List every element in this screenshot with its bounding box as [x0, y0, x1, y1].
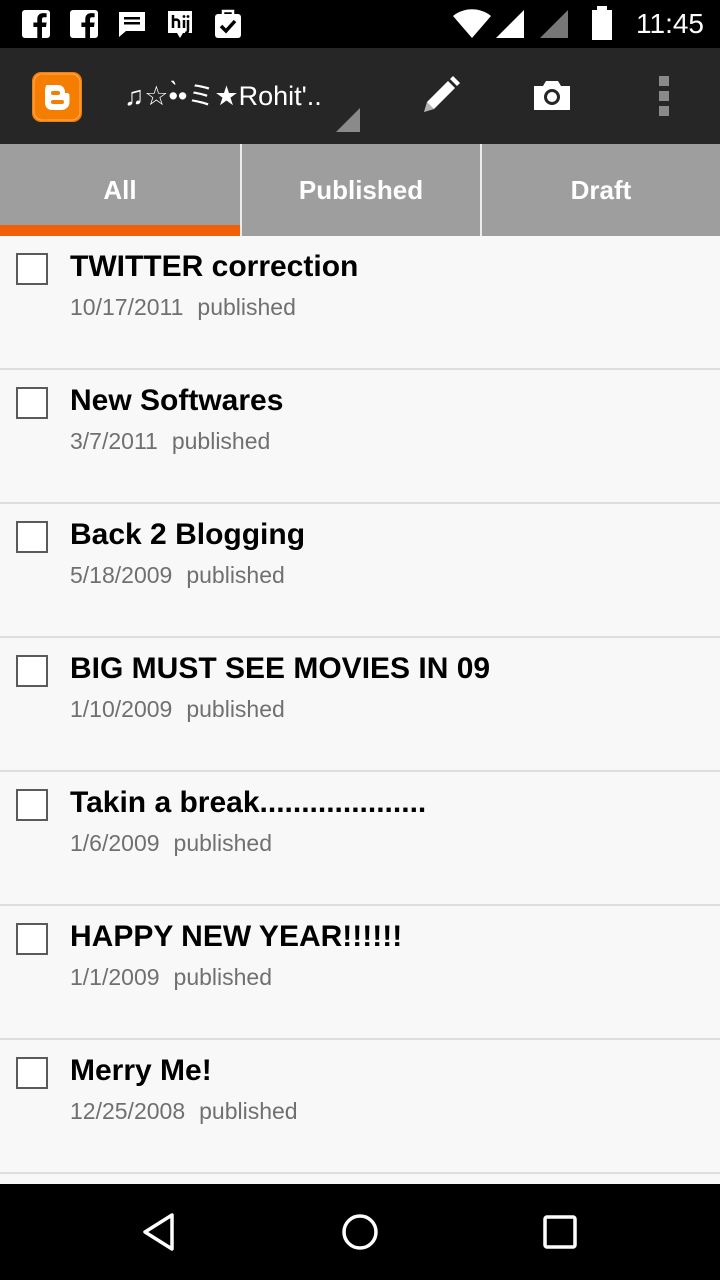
post-checkbox[interactable] — [16, 521, 48, 553]
post-list: TWITTER correction 10/17/2011 published N… — [0, 236, 720, 1174]
post-meta: 10/17/2011 published — [70, 294, 296, 321]
home-icon[interactable] — [336, 1208, 384, 1256]
system-navigation-bar — [0, 1184, 720, 1280]
post-date: 12/25/2008 — [70, 1098, 186, 1124]
post-title: TWITTER correction — [70, 250, 359, 283]
recents-icon[interactable] — [536, 1208, 584, 1256]
post-meta: 3/7/2011 published — [70, 428, 270, 455]
blog-title[interactable]: ♫☆•̀•ミ★Rohit'.. — [124, 76, 354, 116]
post-status: published — [199, 1098, 298, 1124]
post-status: published — [173, 830, 272, 856]
post-list-item[interactable]: Merry Me! 12/25/2008 published — [0, 1040, 720, 1174]
post-date: 1/1/2009 — [70, 964, 160, 990]
blogger-logo-icon[interactable] — [32, 72, 82, 122]
post-meta: 5/18/2009 published — [70, 562, 285, 589]
post-status: published — [186, 562, 285, 588]
post-list-item[interactable]: Takin a break.................... 1/6/20… — [0, 772, 720, 906]
post-title: New Softwares — [70, 384, 284, 417]
facebook-icon — [70, 10, 98, 38]
selected-tab-indicator — [0, 225, 240, 236]
tab-label: All — [103, 174, 137, 205]
post-list-item[interactable]: New Softwares 3/7/2011 published — [0, 370, 720, 504]
post-checkbox[interactable] — [16, 655, 48, 687]
post-status: published — [197, 294, 296, 320]
camera-icon[interactable] — [528, 72, 576, 120]
clipboard-check-icon — [215, 9, 241, 38]
post-list-item[interactable]: HAPPY NEW YEAR!!!!!! 1/1/2009 published — [0, 906, 720, 1040]
post-meta: 1/6/2009 published — [70, 830, 272, 857]
post-title: Merry Me! — [70, 1054, 212, 1087]
app-bar: ♫☆•̀•ミ★Rohit'.. — [0, 48, 720, 144]
tab-all[interactable]: All — [0, 144, 240, 236]
hi-app-icon — [168, 11, 192, 38]
post-list-item[interactable]: TWITTER correction 10/17/2011 published — [0, 236, 720, 370]
post-checkbox[interactable] — [16, 923, 48, 955]
status-time: 11:45 — [636, 8, 704, 39]
post-checkbox[interactable] — [16, 387, 48, 419]
post-status: published — [171, 428, 271, 454]
post-checkbox[interactable] — [16, 789, 48, 821]
post-list-item[interactable]: Back 2 Blogging 5/18/2009 published — [0, 504, 720, 638]
tab-draft[interactable]: Draft — [480, 144, 720, 236]
post-date: 3/7/2011 — [70, 428, 158, 454]
post-title: HAPPY NEW YEAR!!!!!! — [70, 920, 403, 953]
signal-icon — [496, 10, 524, 38]
signal-empty-icon — [540, 10, 568, 38]
post-filter-tabs: All Published Draft — [0, 144, 720, 236]
post-title: BIG MUST SEE MOVIES IN 09 — [70, 652, 491, 685]
post-date: 10/17/2011 — [70, 294, 184, 320]
post-date: 1/6/2009 — [70, 830, 160, 856]
post-checkbox[interactable] — [16, 253, 48, 285]
battery-icon — [592, 6, 612, 40]
edit-post-icon[interactable] — [416, 72, 464, 120]
tab-label: Published — [298, 174, 424, 205]
message-icon — [119, 12, 145, 37]
tab-published[interactable]: Published — [240, 144, 480, 236]
back-icon[interactable] — [136, 1208, 184, 1256]
facebook-icon — [22, 10, 50, 38]
post-title: Back 2 Blogging — [70, 518, 306, 551]
post-date: 5/18/2009 — [70, 562, 173, 588]
post-status: published — [173, 964, 272, 990]
post-meta: 1/10/2009 published — [70, 696, 285, 723]
post-meta: 1/1/2009 published — [70, 964, 272, 991]
tab-label: Draft — [570, 174, 632, 205]
overflow-menu-icon[interactable] — [640, 72, 688, 120]
status-bar: 11:45 — [0, 0, 720, 48]
post-date: 1/10/2009 — [70, 696, 173, 722]
post-checkbox[interactable] — [16, 1057, 48, 1089]
post-status: published — [186, 696, 285, 722]
post-list-item[interactable]: BIG MUST SEE MOVIES IN 09 1/10/2009 publi… — [0, 638, 720, 772]
wifi-icon — [453, 9, 491, 38]
post-title: Takin a break.................... — [70, 786, 427, 819]
post-meta: 12/25/2008 published — [70, 1098, 298, 1125]
blog-selector-dropdown-icon[interactable] — [336, 108, 360, 132]
